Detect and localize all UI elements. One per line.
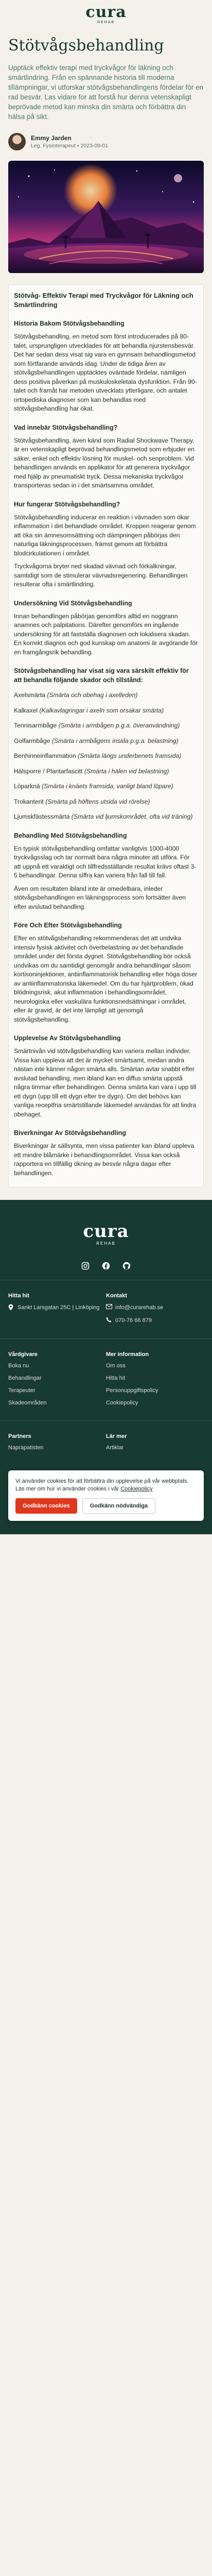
condition-item: Trokanterit (Smärta på höftens utsida vi… — [14, 798, 150, 805]
brand-tagline: REHAB — [97, 21, 115, 24]
paragraph-before-after: Efter en stötvågsbehandling rekommendera… — [14, 935, 198, 1023]
section-heading-before-after: Före Och Efter Stötvågsbehandling — [14, 922, 122, 929]
cookie-text: Vi använder cookies för att förbättra di… — [15, 1478, 197, 1493]
footer-brand-tagline: REHAB — [96, 1241, 116, 1246]
author-avatar — [8, 133, 26, 150]
footer-link-articles[interactable]: Artiklar — [106, 1445, 204, 1451]
site-footer: cura REHAB Hitta hit Sankt Larsgatan 25C… — [0, 1200, 212, 1534]
footer-address[interactable]: Sankt Larsgatan 25C | Linköping — [8, 1304, 106, 1313]
footer-link-partner[interactable]: Naprapatisten — [8, 1445, 106, 1451]
condition-item: Axelsmärta (Smärta och obehag i axellede… — [14, 691, 138, 699]
hero-section: Stötvågsbehandling Upptäck effektiv tera… — [0, 29, 212, 273]
condition-item: Ljumskfästessmärta (Smärta vid ljumskomr… — [14, 813, 193, 820]
paragraph-treatment-2: Även om resultaten ibland inte är omedel… — [14, 885, 186, 910]
footer-link-find-us[interactable]: Hitta hit — [106, 1375, 204, 1381]
condition-item: Tennisarmbåge (Smärta i armbågen p.g.a. … — [14, 722, 180, 729]
section-heading-history: Historia Bakom Stötvågsbehandling — [14, 320, 125, 327]
section-heading-what: Vad innebär Stötvågsbehandling? — [14, 423, 118, 431]
site-header: cura REHAB — [0, 0, 212, 29]
section-heading-exam: Undersökning Vid Stötvågsbehandling — [14, 599, 132, 607]
cookie-actions: Godkänn cookies Godkänn nödvändiga — [15, 1498, 197, 1514]
author-block: Emmy Jarden Leg. Fysioterapeut • 2023-09… — [8, 133, 204, 150]
footer-columns-links: Vårdgivare Boka nu Behandlingar Terapeut… — [0, 1339, 212, 1412]
footer-heading-more-info: Mer information — [106, 1351, 149, 1358]
hero-illustration — [8, 161, 204, 273]
footer-columns-contact: Hitta hit Sankt Larsgatan 25C | Linköpin… — [0, 1280, 212, 1330]
location-icon — [8, 1304, 17, 1313]
section-heading-how: Hur fungerar Stötvågsbehandling? — [14, 500, 120, 508]
accept-cookies-button[interactable]: Godkänn cookies — [15, 1498, 77, 1514]
cookie-policy-link[interactable]: Cookiepolicy — [120, 1486, 152, 1492]
phone-icon — [106, 1317, 115, 1325]
paragraph-treatment-1: En typisk stötvågsbehandling omfattar va… — [14, 844, 197, 879]
footer-link-injury-areas[interactable]: Skadeområden — [8, 1400, 106, 1406]
author-meta: Leg. Fysioterapeut • 2023-09-01 — [31, 143, 108, 149]
necessary-cookies-button[interactable]: Godkänn nödvändiga — [82, 1498, 156, 1514]
footer-logo[interactable]: cura REHAB — [0, 1223, 212, 1246]
brand-logo[interactable]: cura — [85, 5, 126, 20]
footer-address-text: Sankt Larsgatan 25C | Linköping — [17, 1304, 100, 1311]
publish-date: 2023-09-01 — [80, 143, 109, 149]
instagram-icon[interactable] — [81, 1261, 90, 1270]
footer-email[interactable]: info@curarehab.se — [106, 1304, 204, 1312]
paragraph-exam: Innan behandlingen påbörjas genomförs al… — [14, 612, 198, 656]
footer-heading-learn: Lär mer — [106, 1433, 127, 1439]
footer-link-therapists[interactable]: Terapeuter — [8, 1387, 106, 1394]
section-heading-side-effects: Biverkningar Av Stötvågsbehandling — [14, 1129, 126, 1137]
social-links — [0, 1261, 212, 1280]
paragraph-history: Stötvågsbehandling, en metod som först i… — [14, 333, 197, 412]
footer-brand-name: cura — [83, 1221, 129, 1242]
footer-heading-contact: Kontakt — [106, 1293, 127, 1299]
condition-item: Löparknä (Smärta i knäets framsida, vanl… — [14, 783, 173, 790]
footer-link-about[interactable]: Om oss — [106, 1363, 204, 1369]
condition-item: Benhinneinflammation (Smärta längs under… — [14, 752, 182, 759]
article-content: Stötvåg- Effektiv Terapi med Tryckvågor … — [8, 284, 204, 1188]
article-heading: Stötvåg- Effektiv Terapi med Tryckvågor … — [14, 292, 193, 309]
footer-heading-care: Vårdgivare — [8, 1351, 38, 1358]
condition-item: Golfarmbåge (Smärta i armbågens insida p… — [14, 737, 179, 744]
page-intro: Upptäck effektiv terapi med tryckvågor f… — [8, 64, 203, 121]
condition-item: Hälsporre / Plantarfascitt (Smärta i häl… — [14, 767, 169, 775]
footer-heading-find: Hitta hit — [8, 1293, 29, 1299]
paragraph-what: Stötvågsbehandling, även känd som Radial… — [14, 436, 195, 489]
footer-phone[interactable]: 070-76 66 879 — [106, 1317, 204, 1325]
section-heading-conditions: Stötvågsbehandling har visat sig vara sä… — [14, 667, 189, 684]
page-title: Stötvågsbehandling — [8, 37, 164, 55]
author-role: Leg. Fysioterapeut — [31, 143, 76, 149]
footer-phone-text: 070-76 66 879 — [115, 1317, 152, 1324]
hero-image — [8, 161, 204, 273]
facebook-icon[interactable] — [101, 1261, 111, 1270]
conditions-list: Axelsmärta (Smärta och obehag i axellede… — [14, 691, 198, 822]
github-icon[interactable] — [122, 1261, 131, 1270]
section-heading-treatment: Behandling Med Stötvågsbehandling — [14, 832, 127, 839]
footer-link-book[interactable]: Boka nu — [8, 1363, 106, 1369]
footer-link-cookie-policy[interactable]: Cookiepolicy — [106, 1400, 204, 1406]
paragraph-experience: Smärtnivån vid stötvågsbehandling kan va… — [14, 1047, 197, 1118]
paragraph-how-1: Stötvågsbehandling inducerar en reaktion… — [14, 513, 196, 557]
condition-item: Kalkaxel (Kalkavlagringar i axeln som or… — [14, 706, 164, 714]
footer-link-treatments[interactable]: Behandlingar — [8, 1375, 106, 1381]
cookie-banner: Vi använder cookies för att förbättra di… — [8, 1470, 204, 1521]
footer-heading-partners: Partners — [8, 1433, 31, 1439]
paragraph-how-2: Tryckvågorna bryter ned skadad vävnad oc… — [14, 563, 188, 588]
footer-email-text: info@curarehab.se — [115, 1304, 164, 1311]
cookie-message: Vi använder cookies för att förbättra di… — [15, 1478, 189, 1492]
paragraph-side-effects: Biverkningar är sällsynta, men vissa pat… — [14, 1142, 195, 1177]
footer-link-privacy-policy[interactable]: Personuppgiftspolicy — [106, 1387, 204, 1394]
author-name: Emmy Jarden — [31, 134, 72, 142]
section-heading-experience: Upplevelse Av Stötvågsbehandling — [14, 1035, 121, 1042]
mail-icon — [106, 1304, 115, 1312]
